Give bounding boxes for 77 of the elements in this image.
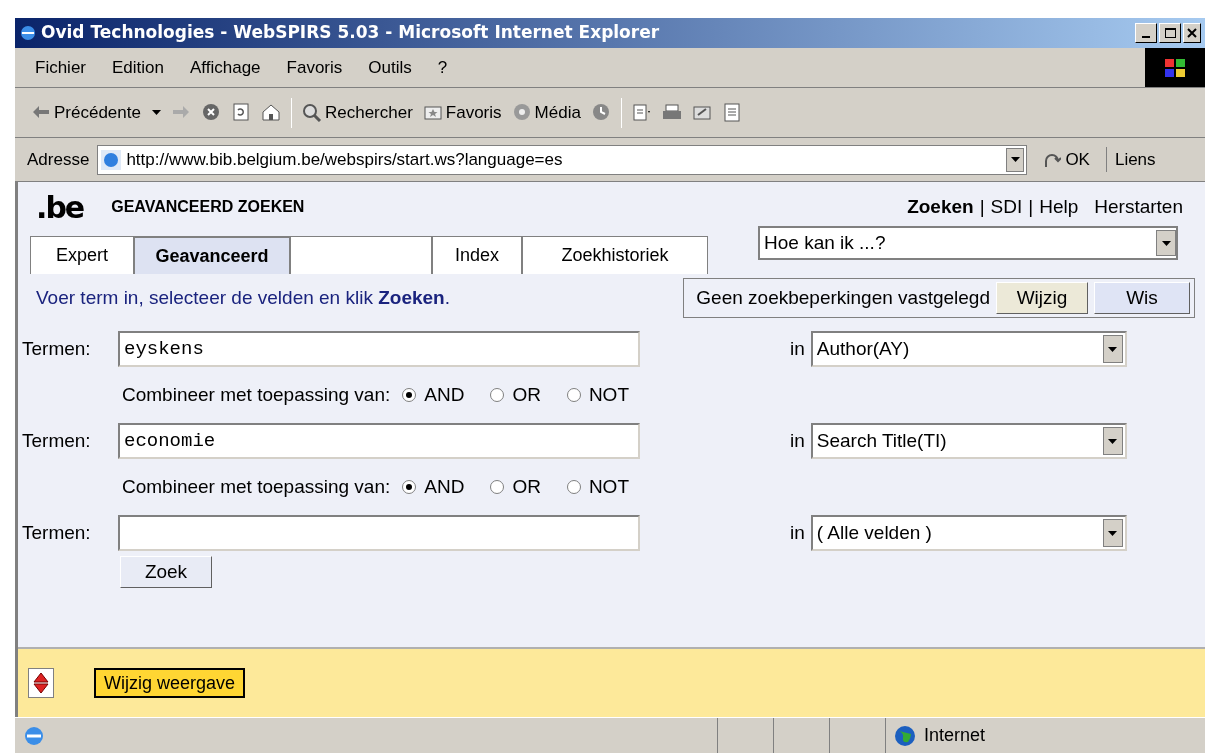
minimize-button[interactable] (1135, 23, 1157, 43)
clock-icon[interactable] (590, 103, 611, 122)
separator: | (979, 194, 985, 219)
field-label: Termen: (22, 428, 92, 453)
term-field[interactable]: economie (118, 423, 640, 459)
limits-text: Geen zoekbeperkingen vastgelegd (696, 285, 990, 310)
maximize-button[interactable] (1159, 23, 1181, 43)
globe-icon (894, 724, 916, 747)
radio-option[interactable]: NOT (566, 380, 629, 410)
nav-link[interactable]: SDI (990, 192, 1023, 222)
field-select[interactable]: ( Alle velden ) (810, 515, 1127, 551)
window-title: Ovid Technologies - WebSPIRS 5.03 - Microsoft Internet Explorer (41, 21, 660, 45)
change-view-button[interactable]: Wijzig weergave (94, 668, 246, 698)
radio-option[interactable]: OR (490, 472, 541, 502)
menu-item[interactable]: Affichage (190, 54, 261, 81)
in-label: in (790, 336, 805, 361)
radio-option[interactable]: AND (402, 472, 465, 502)
printer-icon[interactable] (661, 103, 682, 122)
refresh-icon[interactable] (230, 103, 251, 122)
caret-icon[interactable] (151, 110, 161, 115)
in-label: in (790, 428, 805, 453)
radio-option[interactable]: NOT (566, 472, 629, 502)
star-folder-icon[interactable] (422, 103, 443, 122)
term-field[interactable] (118, 515, 640, 551)
browser-icon (23, 724, 45, 747)
nav-link[interactable]: Herstarten (1094, 192, 1183, 222)
windows-logo-icon (1145, 48, 1205, 87)
field-label: Termen: (22, 520, 92, 545)
nav-link[interactable]: Help (1039, 192, 1079, 222)
logo: .be (36, 188, 84, 227)
term-field[interactable]: eyskens (118, 331, 640, 367)
radio-option[interactable]: OR (490, 380, 541, 410)
page-icon[interactable] (721, 103, 742, 122)
field-label: Termen: (22, 336, 92, 361)
close-button[interactable] (1183, 23, 1201, 43)
menu-item[interactable]: Edition (112, 54, 164, 81)
separator: | (1028, 194, 1034, 219)
combine-label: Combineer met toepassing van: (122, 474, 391, 499)
in-label: in (790, 520, 805, 545)
browser-icon (19, 24, 37, 42)
go-button[interactable]: OK (1035, 146, 1098, 173)
search-button[interactable]: Rechercher (301, 99, 413, 126)
combine-label: Combineer met toepassing van: (122, 382, 391, 407)
address-field[interactable]: http://www.bib.belgium.be/webspirs/start.ws?language=es (97, 144, 1028, 175)
status-zone: Internet (924, 724, 986, 747)
tab[interactable] (290, 236, 432, 274)
instruction-text: Voer term in, selecteer de velden en klik Zoeken. (36, 285, 450, 310)
nav-link[interactable]: Zoeken (907, 192, 974, 222)
page-heading: GEAVANCEERD ZOEKEN (111, 197, 305, 217)
links-button[interactable]: Liens (1105, 146, 1156, 173)
close-icon[interactable] (1187, 28, 1197, 38)
search-button[interactable]: Zoek (120, 556, 212, 588)
media-button[interactable]: Média (511, 99, 581, 126)
menu-item[interactable]: ? (437, 54, 448, 81)
page-icon (100, 148, 123, 171)
field-select[interactable]: Author(AY) (810, 331, 1127, 367)
menu-item[interactable]: Fichier (35, 54, 86, 81)
search-icon[interactable] (301, 103, 322, 122)
stop-icon[interactable] (200, 103, 221, 122)
tab[interactable]: Index (432, 236, 522, 274)
mail-icon[interactable] (691, 103, 712, 122)
document-icon[interactable] (631, 103, 652, 122)
tab[interactable]: Zoekhistoriek (522, 236, 708, 274)
field-select[interactable]: Search Title(TI) (810, 423, 1127, 459)
tab[interactable]: Expert (30, 236, 134, 274)
tab[interactable]: Geavanceerd (134, 236, 290, 274)
back-button[interactable]: Précédente (31, 99, 161, 126)
favorites-button[interactable]: Favoris (422, 99, 502, 126)
clear-button[interactable]: Wis (1094, 282, 1190, 314)
menu-item[interactable]: Favoris (286, 54, 343, 81)
toggle-icon[interactable] (28, 668, 54, 698)
help-select[interactable]: Hoe kan ik ...? (758, 226, 1178, 260)
edit-button[interactable]: Wijzig (996, 282, 1088, 314)
address-label: Adresse (27, 148, 90, 171)
menu-item[interactable]: Outils (368, 54, 412, 81)
home-icon[interactable] (260, 103, 281, 122)
radio-option[interactable]: AND (402, 380, 465, 410)
